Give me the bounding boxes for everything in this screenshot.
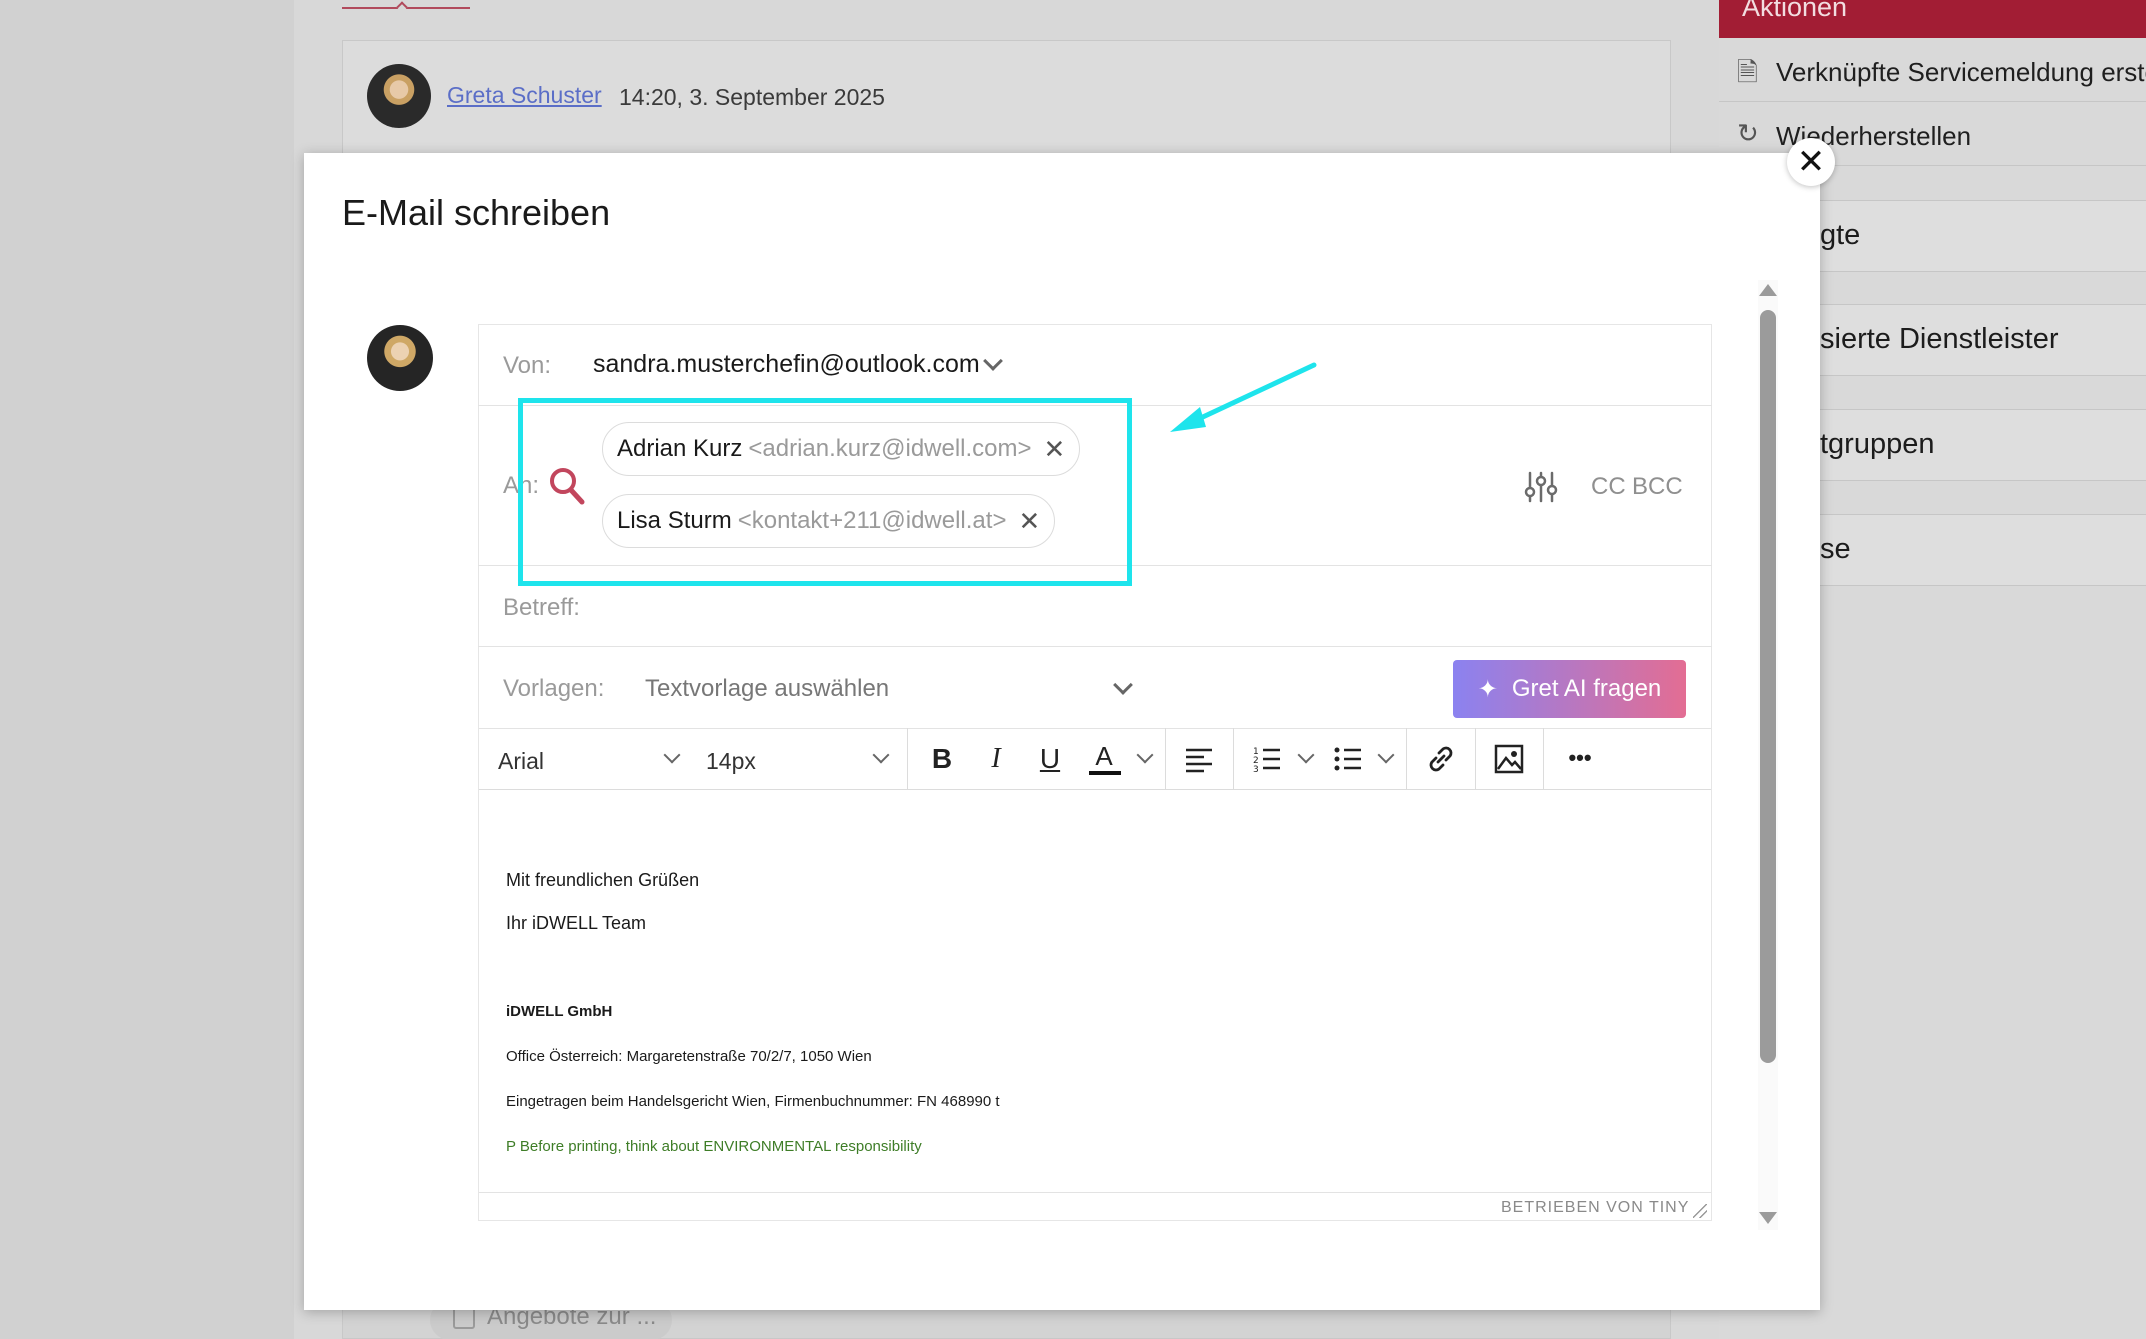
email-body-editor[interactable] (479, 791, 1711, 1191)
sender-avatar (367, 325, 433, 391)
action-linked-service-report[interactable]: 🗎 Verknüpfte Servicemeldung erste (1719, 40, 2146, 102)
section-label: sierte Dienstleister (1820, 323, 2059, 355)
section-label: gte (1820, 219, 1861, 251)
add-box-icon (453, 1307, 475, 1329)
document-icon: 🗎 (1737, 57, 1758, 87)
toolbar-separator (1475, 728, 1476, 790)
signature-registry: Eingetragen beim Handelsgericht Wien, Fi… (506, 1093, 1000, 1110)
filter-settings-icon[interactable] (1524, 470, 1558, 504)
annotation-arrow-icon (1170, 362, 1317, 432)
toolbar-separator (1406, 728, 1407, 790)
image-icon[interactable] (1494, 744, 1524, 774)
bold-button[interactable]: B (922, 738, 962, 780)
signature-company: iDWELL GmbH (506, 1003, 613, 1020)
divider (478, 646, 1712, 647)
subject-label: Betreff: (503, 594, 580, 621)
scroll-up-arrow-icon[interactable] (1759, 284, 1777, 296)
ai-button-label: Gret AI fragen (1511, 675, 1662, 702)
cc-button[interactable]: CC (1591, 473, 1626, 501)
scroll-down-arrow-icon[interactable] (1759, 1212, 1777, 1224)
section-label: se (1820, 533, 1851, 565)
italic-button[interactable]: I (976, 738, 1016, 780)
text-color-button[interactable]: A (1086, 736, 1122, 776)
signature-greeting: Mit freundlichen Grüßen (506, 870, 700, 890)
svg-text:3: 3 (1253, 765, 1259, 773)
signature-team: Ihr iDWELL Team (506, 913, 647, 933)
more-options-button[interactable]: ••• (1560, 740, 1600, 776)
from-label: Von: (503, 352, 552, 379)
ai-assistant-button[interactable]: ✦ Gret AI fragen (1453, 660, 1686, 718)
align-left-icon[interactable] (1184, 745, 1214, 773)
scrollbar-thumb[interactable] (1760, 310, 1776, 1063)
font-family-select[interactable]: Arial (498, 748, 544, 775)
close-modal-button[interactable]: ✕ (1787, 138, 1835, 186)
comment-timestamp: 14:20, 3. September 2025 (619, 84, 885, 110)
recipients-highlight-box (518, 398, 1132, 586)
actions-title: Aktionen (1742, 0, 1848, 22)
resize-handle-icon[interactable] (1693, 1204, 1707, 1218)
toolbar-separator (907, 728, 908, 790)
link-icon[interactable] (1425, 743, 1457, 775)
template-select[interactable]: Textvorlage auswählen (645, 675, 889, 703)
bullet-list-icon[interactable] (1333, 745, 1363, 773)
toolbar-separator (1233, 728, 1234, 790)
sparkle-icon: ✦ (1477, 675, 1498, 703)
author-link[interactable]: Greta Schuster (447, 82, 602, 109)
restore-icon: ↻ (1737, 118, 1759, 148)
templates-label: Vorlagen: (503, 675, 605, 702)
font-size-select[interactable]: 14px (706, 748, 756, 775)
numbered-list-icon[interactable]: 1 2 3 (1252, 745, 1282, 773)
action-label: Verknüpfte Servicemeldung erste (1776, 57, 2146, 87)
underline-button[interactable]: U (1030, 738, 1070, 780)
signature-environment-note: P Before printing, think about ENVIRONME… (506, 1138, 922, 1155)
section-label: tgruppen (1820, 428, 1935, 460)
signature-office: Office Österreich: Margaretenstraße 70/2… (506, 1048, 872, 1065)
toolbar-separator (1165, 728, 1166, 790)
author-avatar (367, 64, 431, 128)
toolbar-separator (1543, 728, 1544, 790)
from-select[interactable]: sandra.musterchefin@outlook.com (593, 350, 980, 379)
bcc-button[interactable]: BCC (1632, 473, 1683, 501)
left-sidebar (0, 0, 294, 1339)
text-color-swatch (1089, 771, 1121, 775)
powered-by-tiny[interactable]: BETRIEBEN VON TINY (1501, 1199, 1689, 1217)
modal-title: E-Mail schreiben (342, 192, 611, 233)
